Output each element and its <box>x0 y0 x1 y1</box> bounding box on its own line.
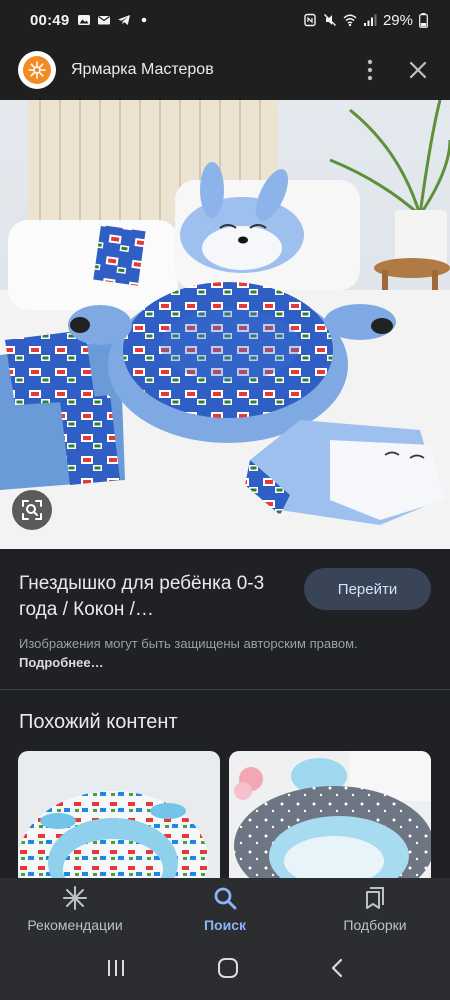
wifi-icon <box>343 14 357 27</box>
lens-search-button[interactable] <box>12 490 52 530</box>
copyright-more-link[interactable]: Подробнее… <box>19 655 104 670</box>
similar-thumbnail-2[interactable] <box>229 751 431 883</box>
result-info: Гнездышко для ребёнка 0-3 года / Кокон /… <box>0 549 450 689</box>
nav-label: Подборки <box>343 917 407 933</box>
dot-icon <box>142 17 147 23</box>
asterisk-icon <box>63 886 87 910</box>
nav-collections[interactable]: Подборки <box>300 878 450 940</box>
bottom-navigation: Рекомендации Поиск Подборки <box>0 878 450 940</box>
similar-content-title: Похожий контент <box>19 711 178 733</box>
back-button[interactable] <box>330 958 344 983</box>
lens-search-icon <box>22 500 42 520</box>
copyright-text: Изображения могут быть защищены авторски… <box>19 636 358 651</box>
site-name[interactable]: Ярмарка Мастеров <box>71 61 214 79</box>
recent-apps-button[interactable] <box>106 959 126 982</box>
baby-nest-photo <box>0 100 450 549</box>
home-icon <box>217 957 238 978</box>
nav-label: Рекомендации <box>27 917 123 933</box>
search-icon <box>214 887 237 910</box>
site-header: Ярмарка Мастеров <box>0 40 450 100</box>
collections-icon <box>366 887 384 909</box>
thumbnail-image <box>18 751 220 883</box>
site-logo[interactable] <box>18 51 56 89</box>
copyright-notice: Изображения могут быть защищены авторски… <box>19 634 429 672</box>
signal-icon <box>363 14 377 26</box>
nav-recommendations[interactable]: Рекомендации <box>0 878 150 940</box>
result-title[interactable]: Гнездышко для ребёнка 0-3 года / Кокон /… <box>19 571 294 623</box>
battery-icon <box>419 12 428 28</box>
system-navigation-bar <box>0 940 450 1000</box>
more-options-button[interactable] <box>358 55 382 85</box>
status-time: 00:49 <box>30 11 70 29</box>
mute-icon <box>323 14 336 26</box>
nav-label: Поиск <box>203 917 246 933</box>
gallery-icon <box>78 15 91 25</box>
similar-thumbnail-1[interactable] <box>18 751 220 883</box>
visit-button[interactable]: Перейти <box>304 568 431 610</box>
more-vert-icon <box>367 59 373 81</box>
battery-percent: 29% <box>382 11 413 29</box>
recents-icon <box>107 959 124 976</box>
nav-search[interactable]: Поиск <box>150 878 300 940</box>
close-button[interactable] <box>404 55 432 85</box>
back-icon <box>332 958 343 977</box>
snowflake-logo-icon <box>28 61 46 79</box>
thumbnail-image <box>229 751 431 883</box>
status-bar: 00:49 29% <box>0 0 450 40</box>
hero-image[interactable] <box>0 100 450 549</box>
nfc-icon <box>304 13 316 27</box>
mail-icon <box>98 16 111 25</box>
home-button[interactable] <box>217 957 239 984</box>
close-icon <box>409 61 427 79</box>
telegram-icon <box>118 15 131 25</box>
divider <box>0 689 450 690</box>
